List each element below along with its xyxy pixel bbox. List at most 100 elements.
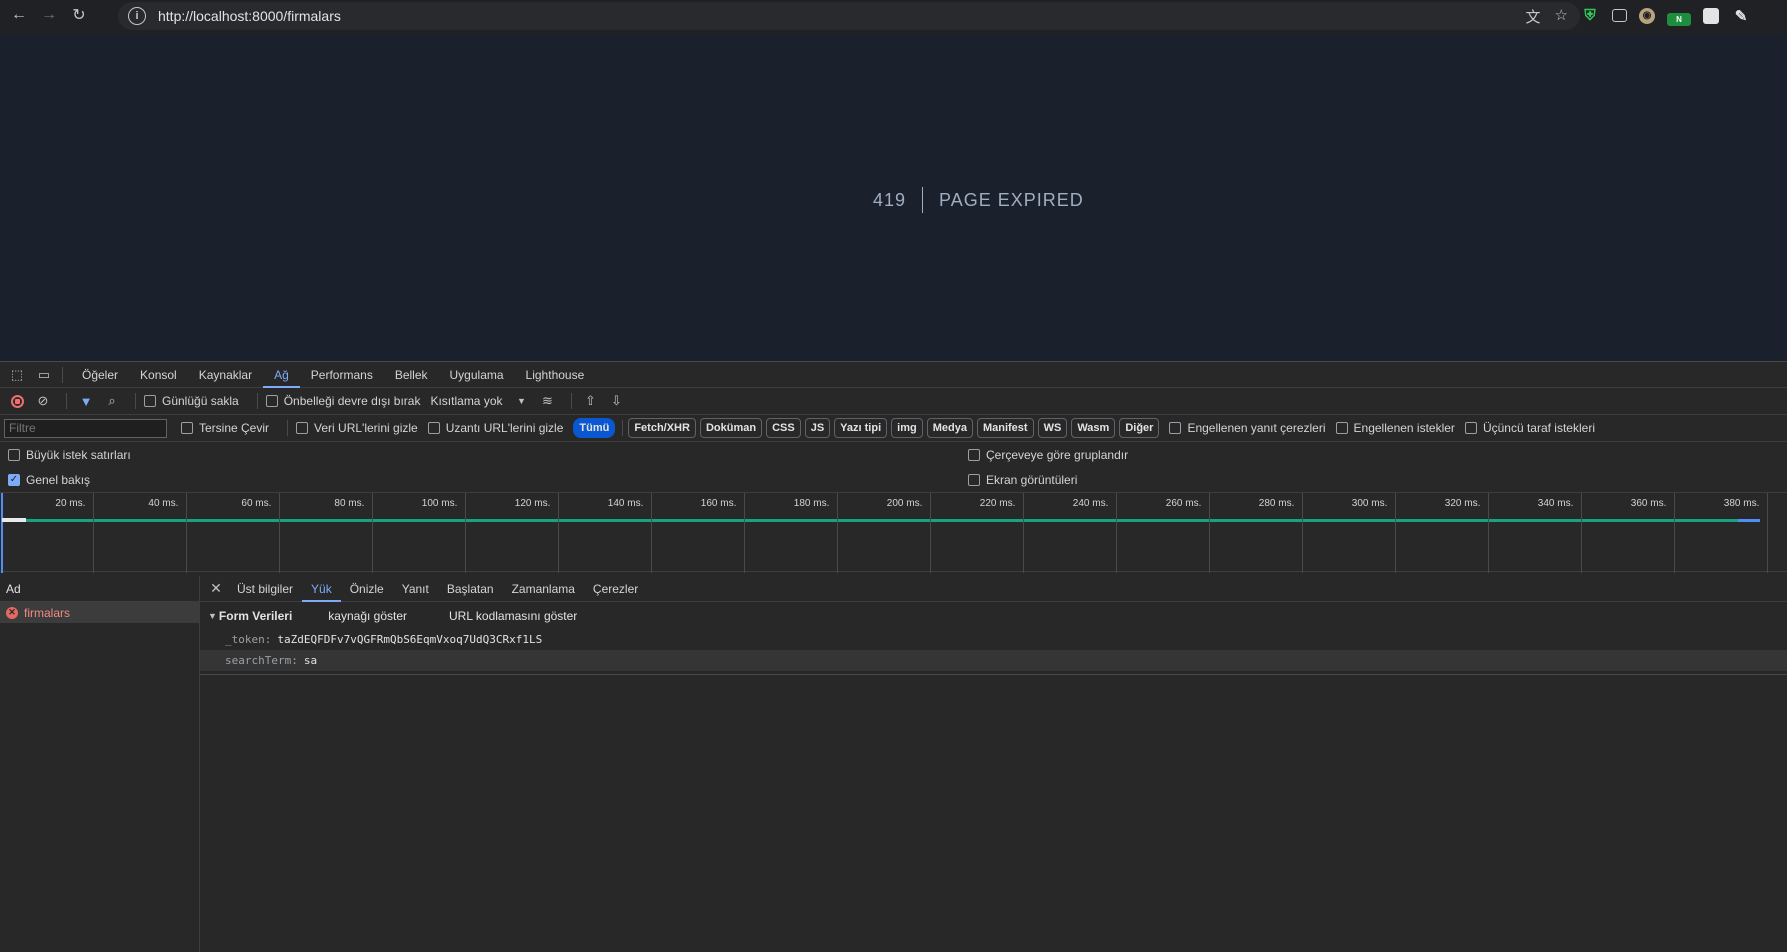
inspect-element-icon[interactable]: ⬚ [7,365,27,385]
page-viewport: 419 PAGE EXPIRED [0,34,1787,361]
reload-icon[interactable]: ↻ [68,4,90,26]
big-request-rows-checkbox[interactable]: Büyük istek satırları [8,448,131,462]
tab-console[interactable]: Konsol [129,362,188,388]
forward-arrow-icon[interactable]: → [38,4,60,26]
tab-preview[interactable]: Önizle [341,576,393,602]
filter-type-ws[interactable]: WS [1037,418,1068,438]
form-field-row: searchTerm: sa [200,650,1787,671]
import-har-icon[interactable]: ⇧ [580,390,602,412]
timeline-tick-label: 380 ms. [1723,498,1760,509]
blocked-requests-checkbox[interactable]: Engellenen istekler [1335,421,1455,435]
new-extension-icon[interactable]: N [1667,13,1691,26]
filter-type-fetch-xhr[interactable]: Fetch/XHR [628,418,696,438]
timeline-tick-label: 200 ms. [886,498,923,509]
filter-icon[interactable]: ▼ [75,390,97,412]
tab-memory[interactable]: Bellek [384,362,439,388]
hide-extension-urls-checkbox[interactable]: Uzantı URL'lerini gizle [427,421,563,435]
filter-type-js[interactable]: JS [804,418,831,438]
divider [570,393,572,409]
options-row-1: Büyük istek satırları Çerçeveye göre gru… [0,442,1787,467]
tab-performance[interactable]: Performans [300,362,384,388]
device-toolbar-icon[interactable]: ▭ [34,365,54,385]
timeline-gridline [1395,493,1396,573]
filter-bar: Tersine Çevir Veri URL'lerini gizle Uzan… [0,415,1787,442]
tab-cookies[interactable]: Çerezler [584,576,647,602]
eyedropper-icon[interactable]: ✎ [1731,6,1751,26]
browser-toolbar: ← → ↻ i http://localhost:8000/firmalars … [0,0,1787,30]
throttling-select[interactable]: Kısıtlama yok [430,394,502,408]
tab-initiator[interactable]: Başlatan [438,576,503,602]
filter-type-font[interactable]: Yazı tipi [834,418,888,438]
timeline-gridline [930,493,931,573]
overview-checkbox[interactable]: ✓ Genel bakış [8,473,90,487]
request-list: Ad ✕ firmalars [0,576,200,952]
filter-type-manifest[interactable]: Manifest [976,418,1034,438]
filter-input[interactable] [4,418,167,438]
filter-type-css[interactable]: CSS [766,418,801,438]
timeline-tick-label: 100 ms. [421,498,458,509]
tab-payload[interactable]: Yük [302,576,341,602]
close-icon[interactable]: ✕ [204,580,228,597]
field-key: searchTerm: [225,654,298,667]
preserve-log-checkbox[interactable]: Günlüğü sakla [144,394,239,408]
screenshots-checkbox[interactable]: Ekran görüntüleri [968,473,1077,487]
disable-cache-checkbox[interactable]: Önbelleği devre dışı bırak [265,394,420,408]
translate-icon[interactable]: 文 [1526,6,1541,27]
timeline-tick-label: 280 ms. [1258,498,1295,509]
error-icon: ✕ [6,606,18,619]
address-bar[interactable]: i http://localhost:8000/firmalars 文 ☆ [118,2,1580,30]
url-text[interactable]: http://localhost:8000/firmalars [158,8,341,24]
timeline-gridline [837,493,838,573]
tab-sources[interactable]: Kaynaklar [188,362,263,388]
timeline-gridline [186,493,187,573]
requests-split-view: Ad ✕ firmalars ✕ Üst bilgiler Yük Önizle… [0,576,1787,952]
export-har-icon[interactable]: ⇩ [606,390,628,412]
filter-type-other[interactable]: Diğer [1119,418,1160,438]
form-field-row: _token: taZdEQFDFv7vQGFRmQbS6EqmVxoq7UdQ… [200,629,1787,650]
search-icon[interactable]: ⌕ [101,390,123,412]
chevron-down-icon[interactable]: ▼ [511,390,533,412]
tab-elements[interactable]: Öğeler [71,362,129,388]
blocked-cookies-checkbox[interactable]: Engellenen yanıt çerezleri [1169,421,1326,435]
back-arrow-icon[interactable]: ← [8,4,30,26]
network-conditions-icon[interactable]: ≋ [537,390,559,412]
timeline-tick-label: 140 ms. [607,498,644,509]
triangle-down-icon[interactable]: ▼ [208,611,217,621]
network-toolbar: ⊘ ▼ ⌕ Günlüğü sakla Önbelleği devre dışı… [0,388,1787,415]
column-header-name[interactable]: Ad [0,576,199,602]
filter-type-all[interactable]: Tümü [573,418,616,438]
shield-extension-icon[interactable]: ⛨ [1580,6,1600,26]
tab-response[interactable]: Yanıt [393,576,438,602]
view-url-encoded-link[interactable]: URL kodlamasını göster [449,609,577,623]
filter-type-img[interactable]: img [891,418,923,438]
timeline-gridline [1302,493,1303,573]
hide-data-urls-checkbox[interactable]: Veri URL'lerini gizle [296,421,418,435]
filter-type-document[interactable]: Doküman [699,418,763,438]
bookmark-star-icon[interactable]: ☆ [1555,6,1568,27]
tab-extension-icon[interactable] [1612,9,1627,22]
tab-timing[interactable]: Zamanlama [503,576,584,602]
form-data-section-header[interactable]: ▼ Form Verileri kaynağı göster URL kodla… [200,602,1787,629]
timeline-tick-label: 120 ms. [514,498,551,509]
owl-extension-icon[interactable]: ◉ [1639,7,1655,24]
divider [135,393,136,409]
tab-network[interactable]: Ağ [263,362,300,388]
tab-headers[interactable]: Üst bilgiler [228,576,302,602]
tab-application[interactable]: Uygulama [439,362,515,388]
section-divider [200,674,1787,675]
timeline-gridline [465,493,466,573]
group-by-frame-checkbox[interactable]: Çerçeveye göre gruplandır [968,448,1128,462]
request-name: firmalars [24,605,71,620]
third-party-checkbox[interactable]: Üçüncü taraf istekleri [1464,421,1595,435]
tab-lighthouse[interactable]: Lighthouse [515,362,596,388]
network-overview-timeline[interactable]: 20 ms. 40 ms. 60 ms. 80 ms. 100 ms. 120 ms. 14… [0,492,1787,573]
site-info-icon[interactable]: i [128,7,146,25]
view-source-link[interactable]: kaynağı göster [328,609,407,623]
record-icon[interactable] [6,390,28,412]
filter-type-media[interactable]: Medya [926,418,973,438]
list-item[interactable]: ✕ firmalars [0,602,199,623]
reader-extension-icon[interactable] [1703,7,1719,24]
filter-type-wasm[interactable]: Wasm [1071,418,1116,438]
clear-icon[interactable]: ⊘ [32,390,54,412]
invert-checkbox[interactable]: Tersine Çevir [181,421,269,435]
